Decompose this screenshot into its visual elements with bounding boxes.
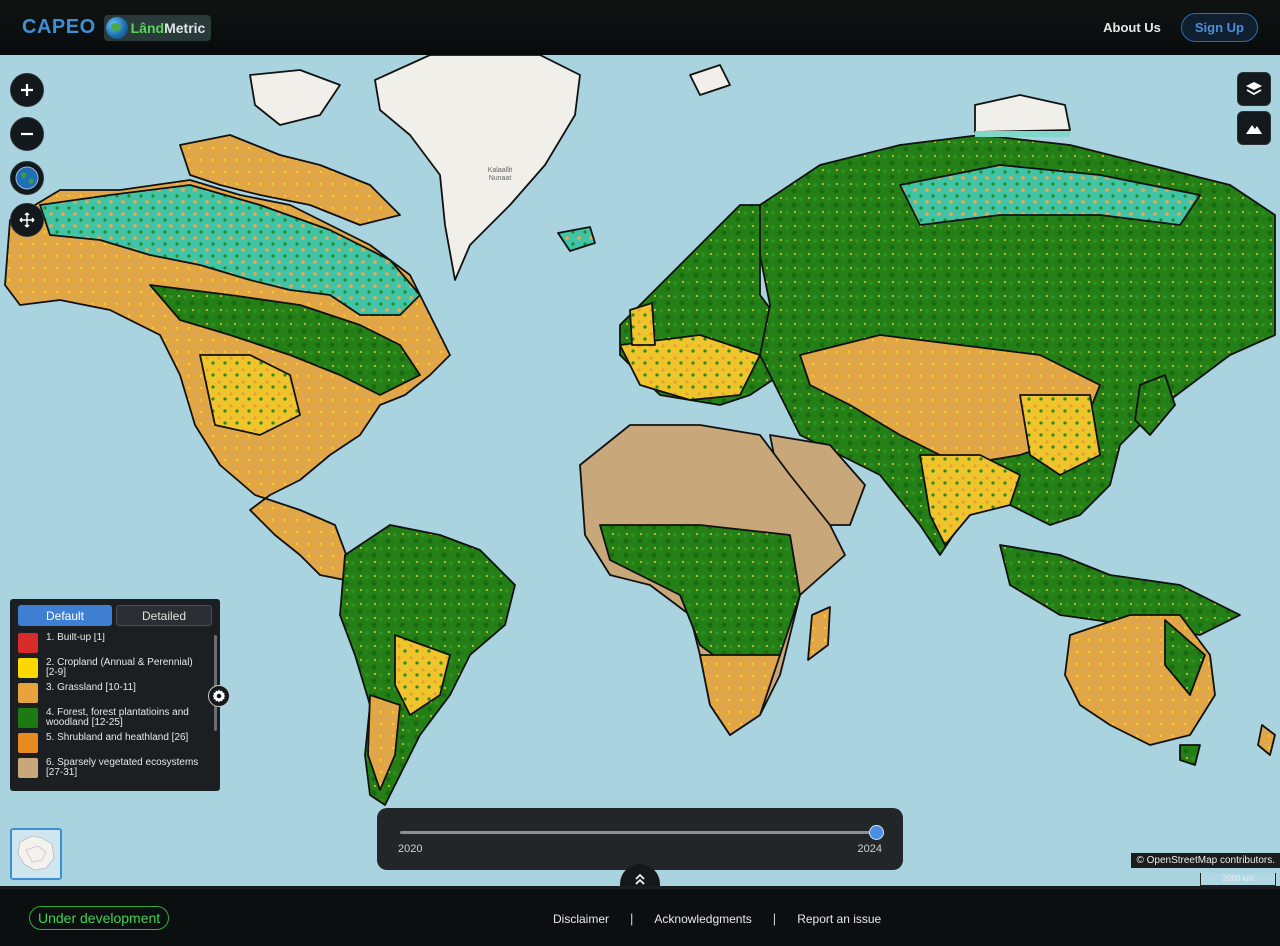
gear-icon — [212, 689, 226, 703]
nav-links: About Us Sign Up — [1103, 13, 1258, 42]
legend-label: 4. Forest, forest plantatioins and woodl… — [46, 707, 189, 728]
year-timeline: 2020 2024 — [377, 808, 903, 870]
legend-item: 5. Shrubland and heathland [26] — [18, 733, 200, 753]
layers-icon — [1246, 82, 1262, 96]
layers-button[interactable] — [1237, 72, 1271, 106]
legend-label: 5. Shrubland and heathland [26] — [46, 732, 189, 743]
disclaimer-link[interactable]: Disclaimer — [553, 912, 609, 926]
brand-name[interactable]: CAPEO — [22, 16, 96, 39]
timeline-end-year: 2024 — [857, 843, 882, 855]
legend-tabs: Default Detailed — [18, 605, 212, 626]
map-attribution[interactable]: © OpenStreetMap contributors. — [1131, 853, 1280, 868]
zoom-out-button[interactable] — [10, 117, 44, 151]
landmetric-logo[interactable]: Lând Metric — [103, 14, 212, 41]
timeline-slider-handle[interactable] — [869, 825, 884, 840]
legend-swatch — [18, 683, 38, 703]
top-navbar: CAPEO Lând Metric About Us Sign Up — [0, 0, 1280, 55]
globe-icon — [15, 166, 39, 190]
legend-swatch — [18, 758, 38, 778]
legend-swatch — [18, 633, 38, 653]
legend-scrollbar[interactable] — [214, 635, 217, 731]
europe-minimap — [12, 830, 60, 878]
mountain-icon — [1246, 125, 1262, 134]
scale-bar: 2000 km — [1200, 873, 1276, 886]
zoom-in-button[interactable] — [10, 73, 44, 107]
terrain-button[interactable] — [1237, 111, 1271, 145]
about-us-link[interactable]: About Us — [1103, 20, 1161, 35]
greenland-label: Kalaallit Nunaat — [487, 167, 513, 182]
timeline-track[interactable] — [400, 831, 876, 834]
legend-item: 4. Forest, forest plantatioins and woodl… — [18, 708, 200, 728]
legend-swatch — [18, 708, 38, 728]
legend-item: 1. Built-up [1] — [18, 633, 200, 653]
report-issue-link[interactable]: Report an issue — [797, 912, 881, 926]
tab-detailed[interactable]: Detailed — [116, 605, 212, 626]
footer: Under development Disclaimer | Acknowled… — [0, 886, 1280, 946]
footer-separator: | — [772, 911, 777, 926]
minus-icon — [21, 132, 33, 136]
under-development-badge: Under development — [29, 906, 170, 930]
world-map[interactable]: Kalaallit Nunaat Default Detailed 1. Bui… — [0, 55, 1280, 886]
legend-settings-button[interactable] — [208, 685, 230, 707]
plus-icon — [21, 84, 33, 96]
legend-item: 2. Cropland (Annual & Perennial) [2-9] — [18, 658, 200, 678]
legend-swatch — [18, 733, 38, 753]
move-icon — [19, 212, 35, 228]
timeline-start-year: 2020 — [398, 843, 423, 855]
legend-label: 6. Sparsely vegetated ecosystems [27-31] — [46, 757, 199, 778]
basemap-thumbnail[interactable] — [10, 828, 62, 880]
sign-up-button[interactable]: Sign Up — [1180, 13, 1258, 42]
logo-part2: Metric — [164, 19, 206, 36]
legend-label: 3. Grassland [10-11] — [46, 682, 136, 693]
legend-label: 1. Built-up [1] — [46, 633, 105, 643]
world-view-button[interactable] — [10, 161, 44, 195]
footer-links: Disclaimer | Acknowledgments | Report an… — [553, 911, 881, 926]
legend-item: 3. Grassland [10-11] — [18, 683, 200, 703]
legend-label: 2. Cropland (Annual & Perennial) [2-9] — [46, 657, 193, 678]
tab-default[interactable]: Default — [18, 605, 112, 626]
globe-logo-icon — [105, 16, 128, 39]
double-chevron-up-icon — [635, 873, 645, 885]
legend-swatch — [18, 658, 38, 678]
legend-list[interactable]: 1. Built-up [1] 2. Cropland (Annual & Per… — [18, 633, 212, 781]
brand[interactable]: CAPEO Lând Metric — [22, 14, 212, 41]
legend-panel: Default Detailed 1. Built-up [1] 2. Cropl… — [10, 599, 220, 791]
acknowledgments-link[interactable]: Acknowledgments — [654, 912, 751, 926]
pan-button[interactable] — [10, 203, 44, 237]
footer-separator: | — [630, 911, 634, 926]
logo-part1: Lând — [130, 19, 165, 36]
legend-item: 6. Sparsely vegetated ecosystems [27-31] — [18, 758, 200, 778]
